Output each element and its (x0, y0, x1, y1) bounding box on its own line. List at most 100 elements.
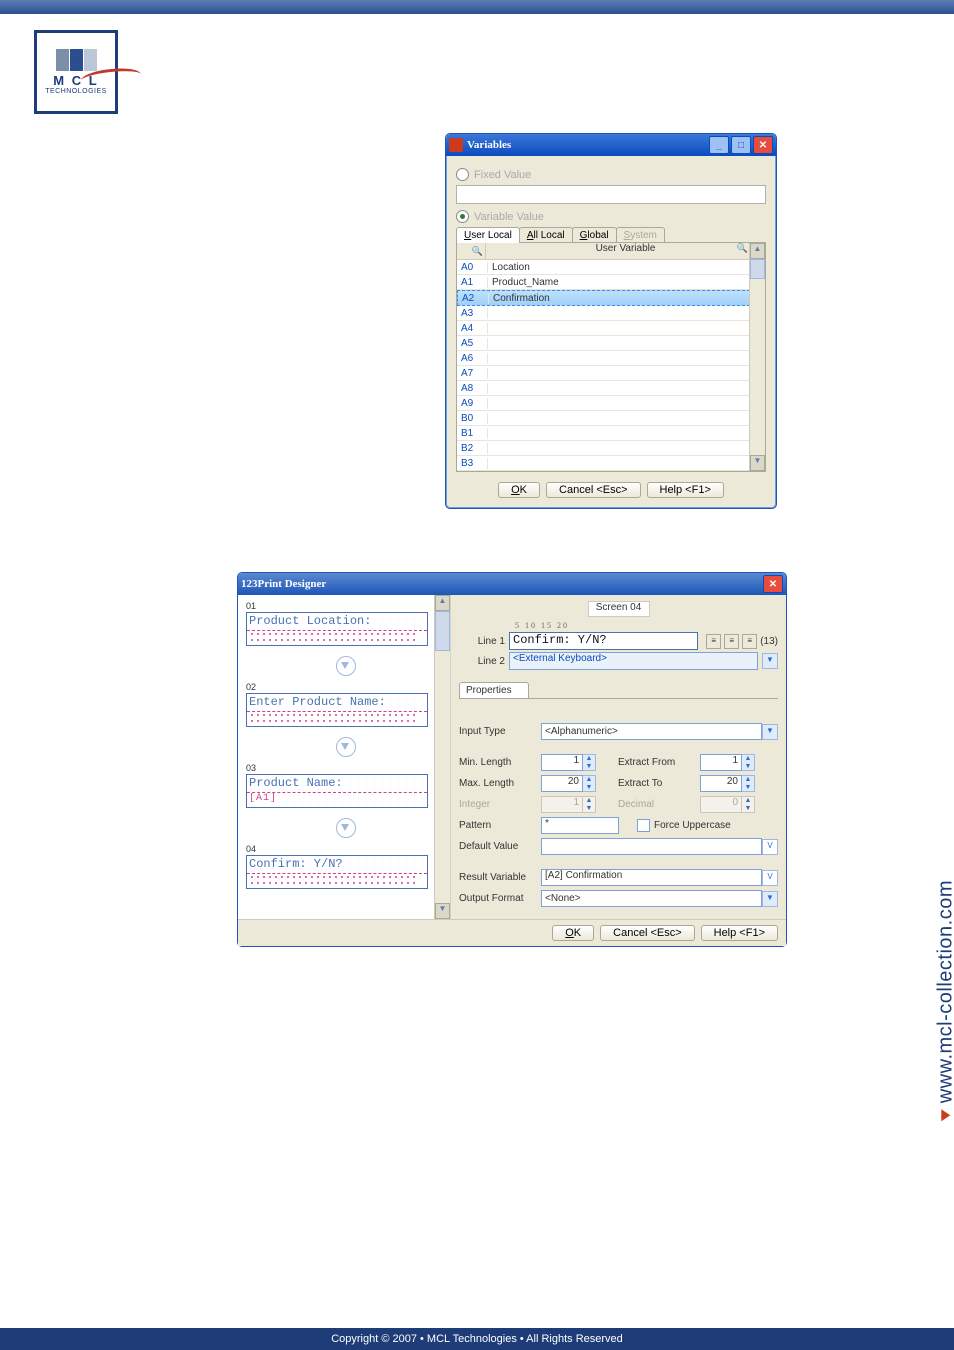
default-value-input[interactable] (541, 838, 762, 855)
chevron-down-icon[interactable]: ▼ (762, 891, 778, 907)
grid-scrollbar[interactable]: ▲ ▼ (749, 243, 765, 471)
variables-titlebar[interactable]: Variables _ □ ✕ (446, 134, 776, 156)
pattern-input[interactable]: * (541, 817, 619, 834)
chevron-down-icon[interactable]: V (762, 839, 778, 855)
spinner-icon[interactable]: ▲▼ (583, 775, 596, 792)
align-center-icon[interactable]: ≡ (724, 634, 739, 649)
close-button[interactable]: ✕ (763, 575, 783, 593)
spinner-icon[interactable]: ▲▼ (583, 754, 596, 771)
result-variable-field[interactable]: [A2] Confirmation (541, 869, 762, 886)
align-left-icon[interactable]: ≡ (706, 634, 721, 649)
chevron-down-icon[interactable]: ▼ (762, 724, 778, 740)
spinner-icon[interactable]: ▲▼ (742, 754, 755, 771)
ok-button[interactable]: OK (498, 482, 540, 498)
extract-from-label: Extract From (618, 757, 700, 768)
column-header: User Variable (596, 243, 656, 254)
tab-system: System (616, 227, 665, 243)
website-url: www.mcl-collection.com (934, 880, 954, 1121)
scroll-thumb[interactable] (435, 611, 450, 651)
fixed-value-radio[interactable]: Fixed Value (456, 168, 766, 181)
variable-id: A8 (457, 383, 488, 394)
variables-grid: 🔍 User Variable 🔍 A0LocationA1Product_Nam… (456, 242, 766, 472)
force-uppercase-checkbox[interactable] (637, 819, 650, 832)
lcd-line1: Confirm: Y/N? (247, 856, 427, 874)
variable-row[interactable]: A1Product_Name (457, 275, 765, 290)
scroll-up-icon[interactable]: ▲ (750, 243, 765, 259)
line1-input[interactable]: Confirm: Y/N? (509, 632, 698, 650)
variable-id: A4 (457, 323, 488, 334)
variable-name: Location (488, 262, 765, 273)
variable-row[interactable]: A4 (457, 321, 765, 336)
spinner-icon: ▲▼ (583, 796, 596, 813)
line2-dropdown[interactable]: <External Keyboard> (509, 652, 758, 670)
variables-title: Variables (467, 139, 511, 151)
chevron-down-icon[interactable]: V (762, 870, 778, 886)
variable-row[interactable]: A2Confirmation (457, 290, 765, 306)
tab-user-local[interactable]: User Local (456, 227, 520, 243)
extract-to-input[interactable]: 20 (700, 775, 742, 792)
screen-preview[interactable]: 04 Confirm: Y/N? (246, 844, 446, 889)
variable-row[interactable]: A5 (457, 336, 765, 351)
fixed-value-input[interactable] (456, 185, 766, 204)
variable-row[interactable]: B0 (457, 411, 765, 426)
variable-row[interactable]: A9 (457, 396, 765, 411)
screen-preview[interactable]: 01Product Location: (246, 601, 446, 646)
flow-arrow-icon (336, 656, 356, 676)
screen-list: 01Product Location: 02Enter Product Name:… (238, 595, 451, 919)
scroll-up-icon[interactable]: ▲ (435, 595, 450, 611)
minimize-button[interactable]: _ (709, 136, 729, 154)
result-variable-label: Result Variable (459, 872, 541, 883)
screen-list-scrollbar[interactable]: ▲ ▼ (434, 595, 450, 919)
variable-row[interactable]: A3 (457, 306, 765, 321)
screen-number: 03 (246, 763, 446, 773)
input-type-dropdown[interactable]: <Alphanumeric> (541, 723, 762, 740)
lcd-line1: Product Location: (247, 613, 427, 631)
tab-properties[interactable]: Properties (459, 682, 529, 698)
extract-to-label: Extract To (618, 778, 700, 789)
variable-row[interactable]: A7 (457, 366, 765, 381)
cancel-button[interactable]: Cancel <Esc> (600, 925, 694, 941)
variable-row[interactable]: A6 (457, 351, 765, 366)
extract-from-input[interactable]: 1 (700, 754, 742, 771)
tab-global[interactable]: Global (572, 227, 617, 243)
variable-id: A7 (457, 368, 488, 379)
variable-id: A5 (457, 338, 488, 349)
variable-row[interactable]: B2 (457, 441, 765, 456)
chevron-down-icon[interactable]: ▼ (762, 653, 778, 669)
variable-id: B0 (457, 413, 488, 424)
search-icon[interactable]: 🔍 (737, 243, 748, 254)
scroll-down-icon[interactable]: ▼ (750, 455, 765, 471)
close-button[interactable]: ✕ (753, 136, 773, 154)
screen-preview[interactable]: 02Enter Product Name: (246, 682, 446, 727)
variable-value-radio[interactable]: Variable Value (456, 210, 766, 223)
min-length-input[interactable]: 1 (541, 754, 583, 771)
max-length-input[interactable]: 20 (541, 775, 583, 792)
screen-preview[interactable]: 03Product Name:[A1] (246, 763, 446, 808)
logo-subtext: TECHNOLOGIES (45, 88, 107, 95)
spinner-icon[interactable]: ▲▼ (742, 775, 755, 792)
help-button[interactable]: Help <F1> (647, 482, 724, 498)
help-button[interactable]: Help <F1> (701, 925, 778, 941)
variable-row[interactable]: B1 (457, 426, 765, 441)
variable-row[interactable]: B3 (457, 456, 765, 471)
screen-number: 04 (246, 844, 446, 854)
lcd-line2 (247, 712, 427, 725)
cancel-button[interactable]: Cancel <Esc> (546, 482, 640, 498)
ok-button[interactable]: OK (552, 925, 594, 941)
maximize-button[interactable]: □ (731, 136, 751, 154)
scroll-down-icon[interactable]: ▼ (435, 903, 450, 919)
spinner-icon: ▲▼ (742, 796, 755, 813)
output-format-dropdown[interactable]: <None> (541, 890, 762, 907)
ruler: 5 10 15 20 (515, 621, 778, 630)
variable-row[interactable]: A8 (457, 381, 765, 396)
variables-dialog: Variables _ □ ✕ Fixed Value Variable Val… (445, 133, 777, 509)
variable-id: B2 (457, 443, 488, 454)
align-right-icon[interactable]: ≡ (742, 634, 757, 649)
pd-titlebar[interactable]: 123Print Designer ✕ (238, 573, 786, 595)
decimal-label: Decimal (618, 799, 700, 810)
variable-row[interactable]: A0Location (457, 260, 765, 275)
search-icon[interactable]: 🔍 (472, 246, 483, 257)
tab-all-local[interactable]: All Local (519, 227, 573, 243)
variable-id: A1 (457, 277, 488, 288)
scroll-thumb[interactable] (750, 259, 765, 279)
